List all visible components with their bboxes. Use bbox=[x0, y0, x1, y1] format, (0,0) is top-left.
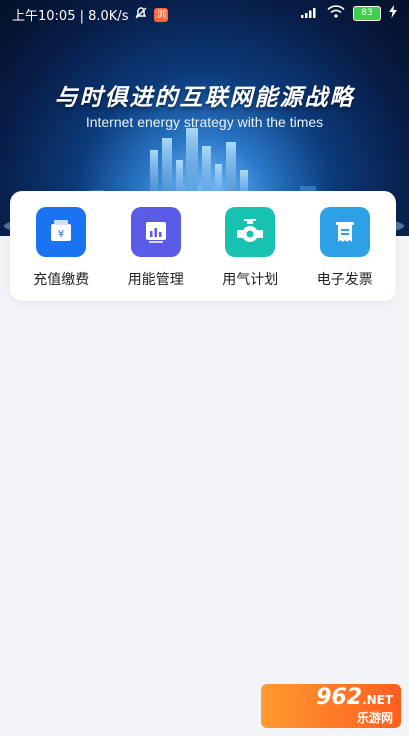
banner-title: 与时俱进的互联网能源战略 bbox=[54, 85, 355, 111]
site-watermark-logo: 962.NET 乐游网 bbox=[261, 684, 401, 728]
charging-icon bbox=[389, 5, 397, 22]
service-label: 电子发票 bbox=[316, 272, 373, 288]
service-label: 充值缴费 bbox=[33, 272, 90, 288]
service-label: 用能管理 bbox=[127, 272, 184, 288]
service-energy-management[interactable]: 用能管理 bbox=[113, 191, 199, 289]
status-bar: 上午10:05 | 8.0K/s 浏 83 bbox=[0, 0, 409, 28]
signal-icon bbox=[301, 6, 319, 22]
watermark-site: 乐游网 bbox=[356, 710, 393, 725]
invoice-icon bbox=[319, 207, 370, 257]
service-e-invoice[interactable]: 电子发票 bbox=[302, 191, 388, 289]
app-notification-icon: 浏 bbox=[154, 7, 169, 22]
gas-valve-icon bbox=[225, 207, 276, 257]
battery-icon: 83 bbox=[353, 6, 381, 21]
svg-text:¥: ¥ bbox=[58, 229, 64, 240]
watermark-number: 962 bbox=[316, 684, 363, 710]
yuan-wallet-icon: ¥ bbox=[36, 207, 87, 257]
banner-subtitle: Internet energy strategy with the times bbox=[85, 114, 324, 130]
services-card: ¥ 充值缴费 用能管理 用气计划 电子发票 bbox=[10, 191, 396, 301]
service-recharge-payment[interactable]: ¥ 充值缴费 bbox=[18, 191, 104, 289]
watermark-net: .NET bbox=[362, 692, 393, 707]
service-gas-plan[interactable]: 用气计划 bbox=[207, 191, 293, 289]
mute-icon bbox=[134, 6, 148, 24]
status-time-speed: 上午10:05 | 8.0K/s bbox=[12, 9, 129, 24]
chart-icon bbox=[130, 207, 181, 257]
service-label: 用气计划 bbox=[222, 272, 279, 288]
wifi-icon bbox=[327, 5, 345, 22]
